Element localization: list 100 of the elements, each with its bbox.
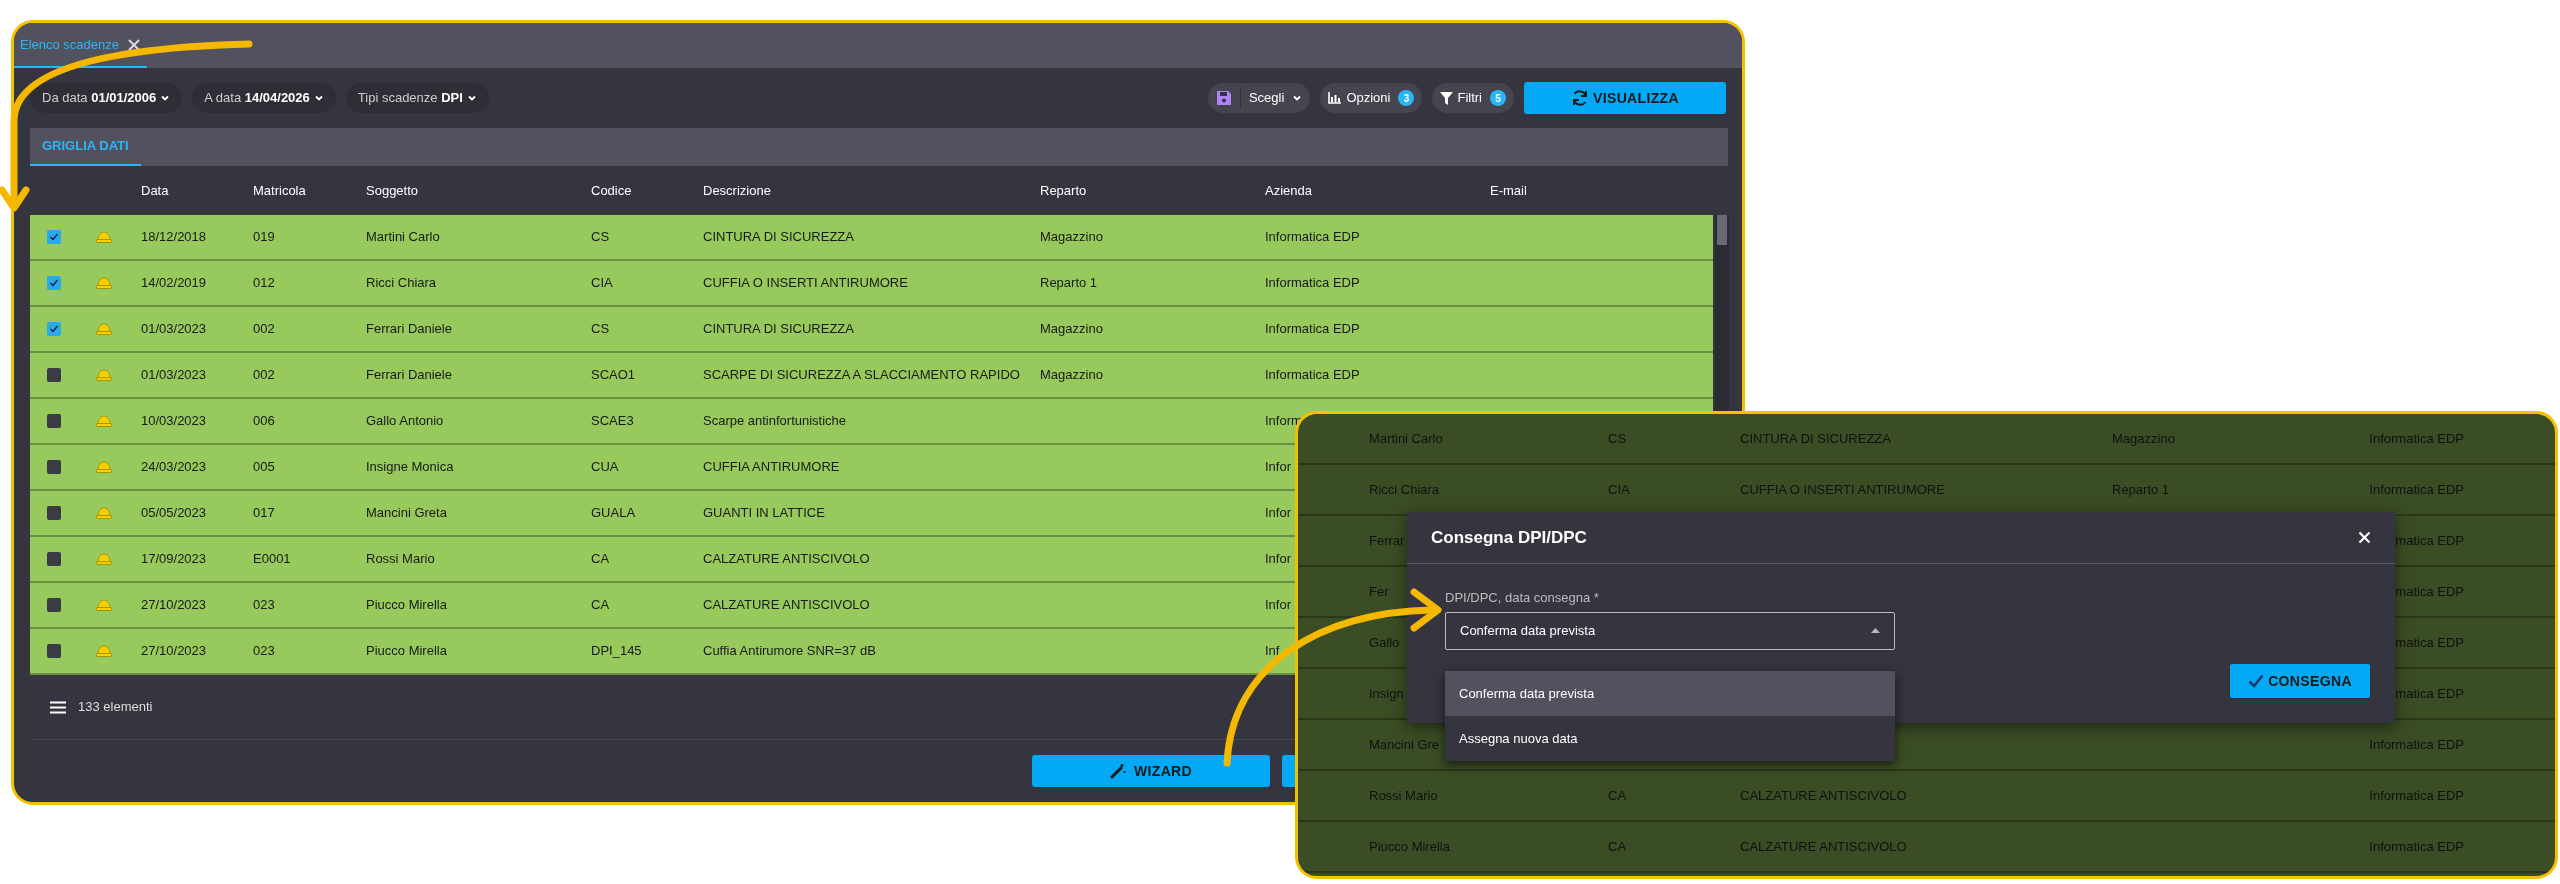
checkbox[interactable] xyxy=(47,644,61,658)
table-row[interactable]: 14/02/2019 012 Ricci Chiara CIA CUFFIA O INSERTI ANTIRUMORE Reparto 1 Informatica EDP xyxy=(30,261,1713,307)
table-cell: CIA xyxy=(591,275,613,291)
table-cell: 27/10/2023 xyxy=(141,643,207,659)
checkbox[interactable] xyxy=(47,322,61,336)
check-icon xyxy=(49,278,59,288)
table-cell: Informatica EDP xyxy=(1265,275,1360,291)
table-cell: Infor xyxy=(1265,597,1291,613)
table-cell: Informatica EDP xyxy=(1265,321,1360,337)
refresh-icon xyxy=(1571,89,1589,107)
visualizza-button[interactable]: VISUALIZZA xyxy=(1524,82,1726,114)
table-cell: 006 xyxy=(253,413,275,429)
check-icon xyxy=(49,232,59,242)
check-icon xyxy=(49,324,59,334)
dropdown-option[interactable]: Assegna nuova data xyxy=(1445,716,1895,761)
wizard-button[interactable]: WIZARD xyxy=(1032,755,1270,787)
table-cell: CINTURA DI SICUREZZA xyxy=(703,321,854,337)
table-cell: 27/10/2023 xyxy=(141,597,207,613)
table-cell: Gallo xyxy=(1369,634,1400,650)
consegna-button[interactable]: CONSEGNA xyxy=(2230,664,2370,698)
chevron-down-icon xyxy=(160,93,171,103)
column-header: Matricola xyxy=(252,181,307,200)
column-header: Soggetto xyxy=(365,181,420,200)
filter-dropdown[interactable]: Da data 01/01/2006 xyxy=(30,83,183,113)
table-cell-text: Informatica EDP xyxy=(2369,429,2464,448)
magic-wand-icon xyxy=(1109,763,1126,779)
filter-dropdown[interactable]: A data 14/04/2026 xyxy=(192,83,336,113)
table-cell: 023 xyxy=(253,643,275,659)
helmet-icon xyxy=(96,507,112,519)
table-cell: Rossi Mario xyxy=(1369,787,1438,803)
table-cell-text: matica EDP xyxy=(2395,633,2464,652)
table-cell: 10/03/2023 xyxy=(141,413,207,429)
table-cell: Magazzino xyxy=(1040,367,1103,383)
table-cell: GUALA xyxy=(591,505,636,521)
menu-icon[interactable] xyxy=(50,700,66,714)
filter-icon xyxy=(1440,91,1454,105)
toolbar-button[interactable]: Opzioni 3 xyxy=(1320,83,1423,113)
table-row[interactable]: 01/03/2023 002 Ferrari Daniele SCAO1 SCARPE DI SICUREZZA A SLACCIAMENTO RAPIDO Magazzino Informatica EDP xyxy=(30,353,1713,399)
column-header: Codice xyxy=(590,181,633,200)
table-cell: Insigne Monica xyxy=(366,459,454,475)
toolbar-button[interactable]: Scegli xyxy=(1207,83,1311,113)
select-field[interactable]: Conferma data prevista xyxy=(1445,611,1895,650)
table-cell: CUFFIA O INSERTI ANTIRUMORE xyxy=(1740,481,1945,497)
helmet-icon xyxy=(96,553,112,565)
checkbox[interactable] xyxy=(47,506,61,520)
table-cell: CINTURA DI SICUREZZA xyxy=(703,229,854,245)
helmet-icon xyxy=(96,645,112,657)
checkbox[interactable] xyxy=(47,598,61,612)
table-cell: Piucco Mirella xyxy=(1369,838,1450,854)
table-cell: Magazzino xyxy=(1040,229,1103,245)
table-cell-text: Informatica EDP xyxy=(2369,786,2464,805)
table-cell: CA xyxy=(1608,838,1627,854)
table-cell: 14/02/2019 xyxy=(141,275,207,291)
toolbar-button[interactable]: Filtri 5 xyxy=(1432,83,1514,113)
table-cell-text: Informatica EDP xyxy=(2369,837,2464,856)
count-badge: 5 xyxy=(1490,90,1506,106)
table-cell: CS xyxy=(591,229,610,245)
table-cell: E0001 xyxy=(253,551,291,567)
helmet-icon xyxy=(96,599,112,611)
caret-up-icon xyxy=(1871,628,1880,633)
table-cell: Ricci Chiara xyxy=(366,275,437,291)
chevron-down-icon xyxy=(1292,93,1303,103)
filter-dropdown[interactable]: Tipi scadenze DPI xyxy=(345,83,489,113)
table-row[interactable]: 18/12/2018 019 Martini Carlo CS CINTURA DI SICUREZZA Magazzino Informatica EDP xyxy=(30,215,1713,261)
table-cell: Rossi Mario xyxy=(366,551,435,567)
table-cell: Gallo Antonio xyxy=(366,413,444,429)
table-cell: Infor xyxy=(1265,459,1291,475)
table-cell: Informatica EDP xyxy=(1265,229,1360,245)
save-icon xyxy=(1215,90,1232,106)
helmet-icon xyxy=(96,461,112,473)
close-icon[interactable] xyxy=(127,37,141,52)
table-cell: CALZATURE ANTISCIVOLO xyxy=(1740,787,1907,803)
checkbox[interactable] xyxy=(47,368,61,382)
table-cell-text: Informatica EDP xyxy=(2369,735,2464,754)
helmet-icon xyxy=(96,369,112,381)
scrollbar-thumb[interactable] xyxy=(1717,215,1727,245)
table-cell: 019 xyxy=(253,229,275,245)
table-cell: 01/03/2023 xyxy=(141,367,207,383)
checkbox[interactable] xyxy=(47,552,61,566)
table-cell: Mancini Greta xyxy=(366,505,447,521)
chevron-down-icon xyxy=(313,93,324,103)
checkbox[interactable] xyxy=(47,460,61,474)
table-cell: Mancini Gre xyxy=(1369,736,1440,752)
table-cell: Ferrari Daniele xyxy=(366,321,452,337)
table-cell: CUFFIA O INSERTI ANTIRUMORE xyxy=(703,275,908,291)
table-cell: SCAO1 xyxy=(591,367,636,383)
checkbox[interactable] xyxy=(47,230,61,244)
table-cell: Infor xyxy=(1265,505,1291,521)
helmet-icon xyxy=(96,277,112,289)
table-row[interactable]: 01/03/2023 002 Ferrari Daniele CS CINTURA DI SICUREZZA Magazzino Informatica EDP xyxy=(30,307,1713,353)
table-cell: Martini Carlo xyxy=(1369,430,1443,446)
table-cell: Infor xyxy=(1265,551,1291,567)
table-cell: Martini Carlo xyxy=(366,229,440,245)
dropdown-option[interactable]: Conferma data prevista xyxy=(1445,671,1895,716)
table-cell: Piucco Mirella xyxy=(366,643,447,659)
checkbox[interactable] xyxy=(47,414,61,428)
table-cell: Reparto 1 xyxy=(2112,481,2170,497)
table-cell: Insign xyxy=(1369,685,1404,701)
table-cell-text: Informatica EDP xyxy=(2369,480,2464,499)
checkbox[interactable] xyxy=(47,276,61,290)
